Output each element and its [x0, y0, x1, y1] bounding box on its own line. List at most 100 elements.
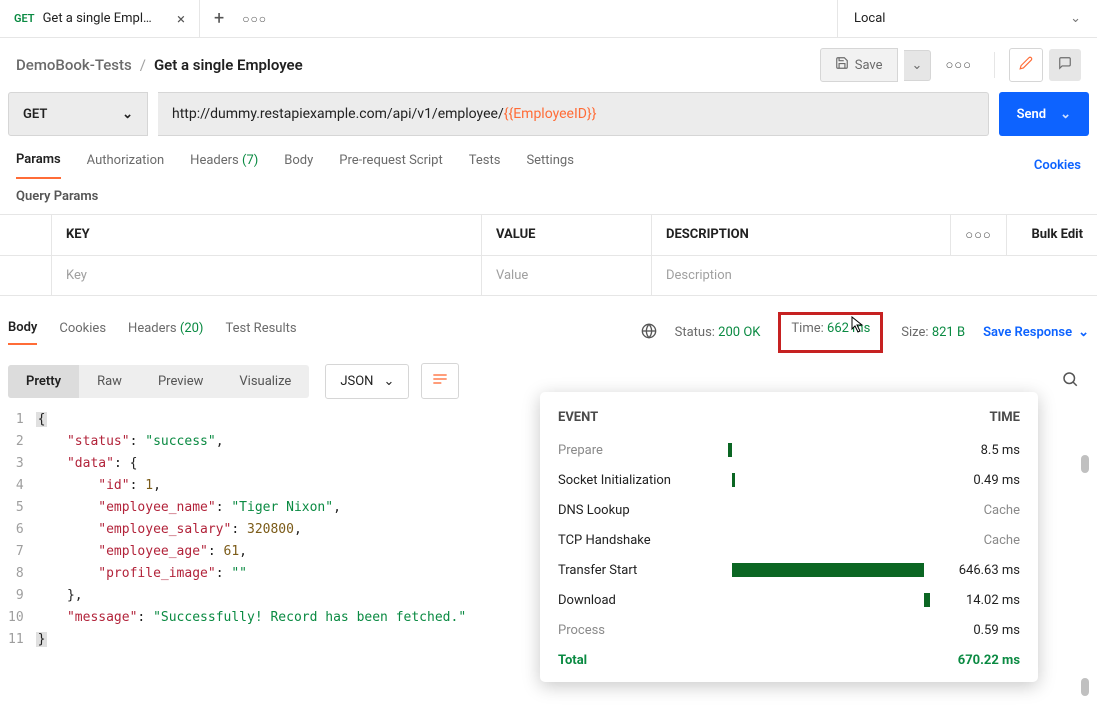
plus-icon[interactable]: + — [214, 8, 224, 29]
url-row: GET ⌄ http://dummy.restapiexample.com/ap… — [0, 92, 1097, 136]
timing-value: 14.02 ms — [930, 593, 1020, 608]
timing-head-time: TIME — [989, 410, 1020, 425]
timing-event: TCP Handshake — [558, 533, 728, 548]
timing-event: Prepare — [558, 443, 728, 458]
timing-row: Transfer Start646.63 ms — [558, 555, 1020, 585]
scrollbar-thumb[interactable] — [1081, 678, 1089, 696]
tab-params[interactable]: Params — [16, 152, 61, 179]
method-selector[interactable]: GET ⌄ — [8, 92, 148, 136]
params-desc-col: DESCRIPTION — [652, 215, 951, 256]
scrollbar-thumb[interactable] — [1081, 455, 1089, 473]
search-icon — [1061, 372, 1079, 393]
timing-row: Prepare 8.5 ms — [558, 435, 1020, 465]
params-value-col: VALUE — [482, 215, 652, 256]
url-input[interactable]: http://dummy.restapiexample.com/api/v1/e… — [158, 92, 989, 136]
tab-headers-count: (7) — [242, 153, 258, 168]
chevron-down-icon: ⌄ — [912, 58, 923, 73]
param-desc-input[interactable]: Description — [652, 256, 1097, 296]
timing-value: Cache — [930, 503, 1020, 518]
save-response-button[interactable]: Save Response ⌄ — [983, 325, 1089, 340]
timing-total-label: Total — [558, 653, 587, 668]
send-button[interactable]: Send ⌄ — [999, 92, 1089, 136]
param-key-input[interactable]: Key — [52, 256, 482, 296]
resp-tab-cookies[interactable]: Cookies — [59, 321, 106, 344]
tab-body[interactable]: Body — [284, 153, 313, 178]
close-icon[interactable]: × — [177, 10, 185, 28]
wrap-lines-button[interactable] — [421, 363, 459, 399]
edit-button[interactable] — [1009, 48, 1043, 82]
breadcrumb-collection[interactable]: DemoBook-Tests — [16, 56, 132, 74]
timing-head-event: EVENT — [558, 410, 598, 425]
header-row: DemoBook-Tests / Get a single Employee S… — [0, 38, 1097, 92]
save-button[interactable]: Save — [820, 48, 898, 82]
search-button[interactable] — [1051, 364, 1089, 399]
resp-headers-label: Headers — [128, 321, 177, 336]
timing-row: Process0.59 ms — [558, 615, 1020, 645]
method-value: GET — [23, 107, 47, 122]
bulk-edit-button[interactable]: Bulk Edit — [1007, 215, 1097, 256]
breadcrumb: DemoBook-Tests / Get a single Employee — [16, 56, 303, 74]
line-gutter: 1234567891011 — [8, 409, 36, 651]
resp-tab-test-results[interactable]: Test Results — [225, 321, 296, 344]
timing-bar — [728, 473, 930, 487]
response-meta: Status: 200 OK Time: 662 ms Size: 821 B … — [641, 312, 1089, 353]
size-block[interactable]: Size: 821 B — [901, 325, 965, 340]
request-tab[interactable]: GET Get a single Emplo... × — [0, 0, 200, 37]
breadcrumb-request: Get a single Employee — [154, 56, 303, 74]
breadcrumb-sep: / — [140, 56, 146, 74]
comment-button[interactable] — [1049, 49, 1081, 81]
tab-headers-label: Headers — [190, 153, 239, 168]
response-bar: Body Cookies Headers (20) Test Results S… — [0, 296, 1097, 353]
view-visualize[interactable]: Visualize — [221, 365, 309, 398]
tab-headers[interactable]: Headers (7) — [190, 153, 258, 178]
save-dropdown[interactable]: ⌄ — [904, 50, 932, 81]
chevron-down-icon: ⌄ — [383, 374, 394, 389]
status-block[interactable]: Status: 200 OK — [675, 325, 761, 340]
chevron-down-icon: ⌄ — [122, 107, 133, 122]
cookies-link[interactable]: Cookies — [1034, 158, 1081, 173]
comment-icon — [1058, 59, 1072, 74]
timing-event: Process — [558, 623, 728, 638]
environment-selector[interactable]: Local ⌄ — [837, 0, 1097, 37]
code-body: { "status": "success", "data": { "id": 1… — [36, 409, 467, 651]
chevron-down-icon: ⌄ — [1070, 11, 1081, 26]
tab-prerequest[interactable]: Pre-request Script — [339, 153, 442, 178]
send-label: Send — [1017, 107, 1047, 122]
tab-actions: + ○○○ — [200, 0, 281, 37]
timing-row: TCP Handshake Cache — [558, 525, 1020, 555]
globe-icon[interactable] — [641, 323, 657, 343]
more-icon[interactable]: ○○○ — [242, 12, 267, 26]
tab-method: GET — [14, 12, 35, 25]
tab-tests[interactable]: Tests — [469, 153, 501, 178]
tab-settings[interactable]: Settings — [526, 153, 573, 178]
body-view-tabs: Pretty Raw Preview Visualize — [8, 365, 309, 398]
timing-row: Socket Initialization0.49 ms — [558, 465, 1020, 495]
view-preview[interactable]: Preview — [140, 365, 221, 398]
timing-value: 8.5 ms — [930, 443, 1020, 458]
param-checkbox[interactable] — [0, 256, 52, 296]
timing-popover: EVENT TIME Prepare 8.5 ms Socket Initializ… — [540, 392, 1038, 682]
cursor-icon — [850, 316, 866, 338]
tab-authorization[interactable]: Authorization — [87, 153, 165, 178]
timing-event: Transfer Start — [558, 563, 728, 578]
format-selector[interactable]: JSON ⌄ — [325, 364, 409, 399]
params-more-button[interactable]: ○○○ — [951, 215, 1007, 256]
params-key-col: KEY — [52, 215, 482, 256]
resp-tab-headers[interactable]: Headers (20) — [128, 321, 203, 344]
param-value-input[interactable]: Value — [482, 256, 652, 296]
pencil-icon — [1019, 59, 1033, 74]
time-block[interactable]: Time: 662 ms — [778, 312, 883, 353]
timing-bar — [728, 443, 930, 457]
save-label: Save — [855, 58, 883, 73]
view-pretty[interactable]: Pretty — [8, 365, 79, 398]
timing-bar — [728, 623, 930, 637]
timing-row: Download14.02 ms — [558, 585, 1020, 615]
view-raw[interactable]: Raw — [79, 365, 140, 398]
timing-value: Cache — [930, 533, 1020, 548]
request-tabs: Params Authorization Headers (7) Body Pr… — [0, 136, 1097, 179]
more-options-button[interactable]: ○○○ — [937, 50, 980, 80]
header-actions: Save ⌄ ○○○ — [820, 48, 1081, 82]
tab-title: Get a single Emplo... — [43, 11, 153, 26]
resp-tab-body[interactable]: Body — [8, 320, 37, 345]
format-value: JSON — [340, 374, 373, 389]
